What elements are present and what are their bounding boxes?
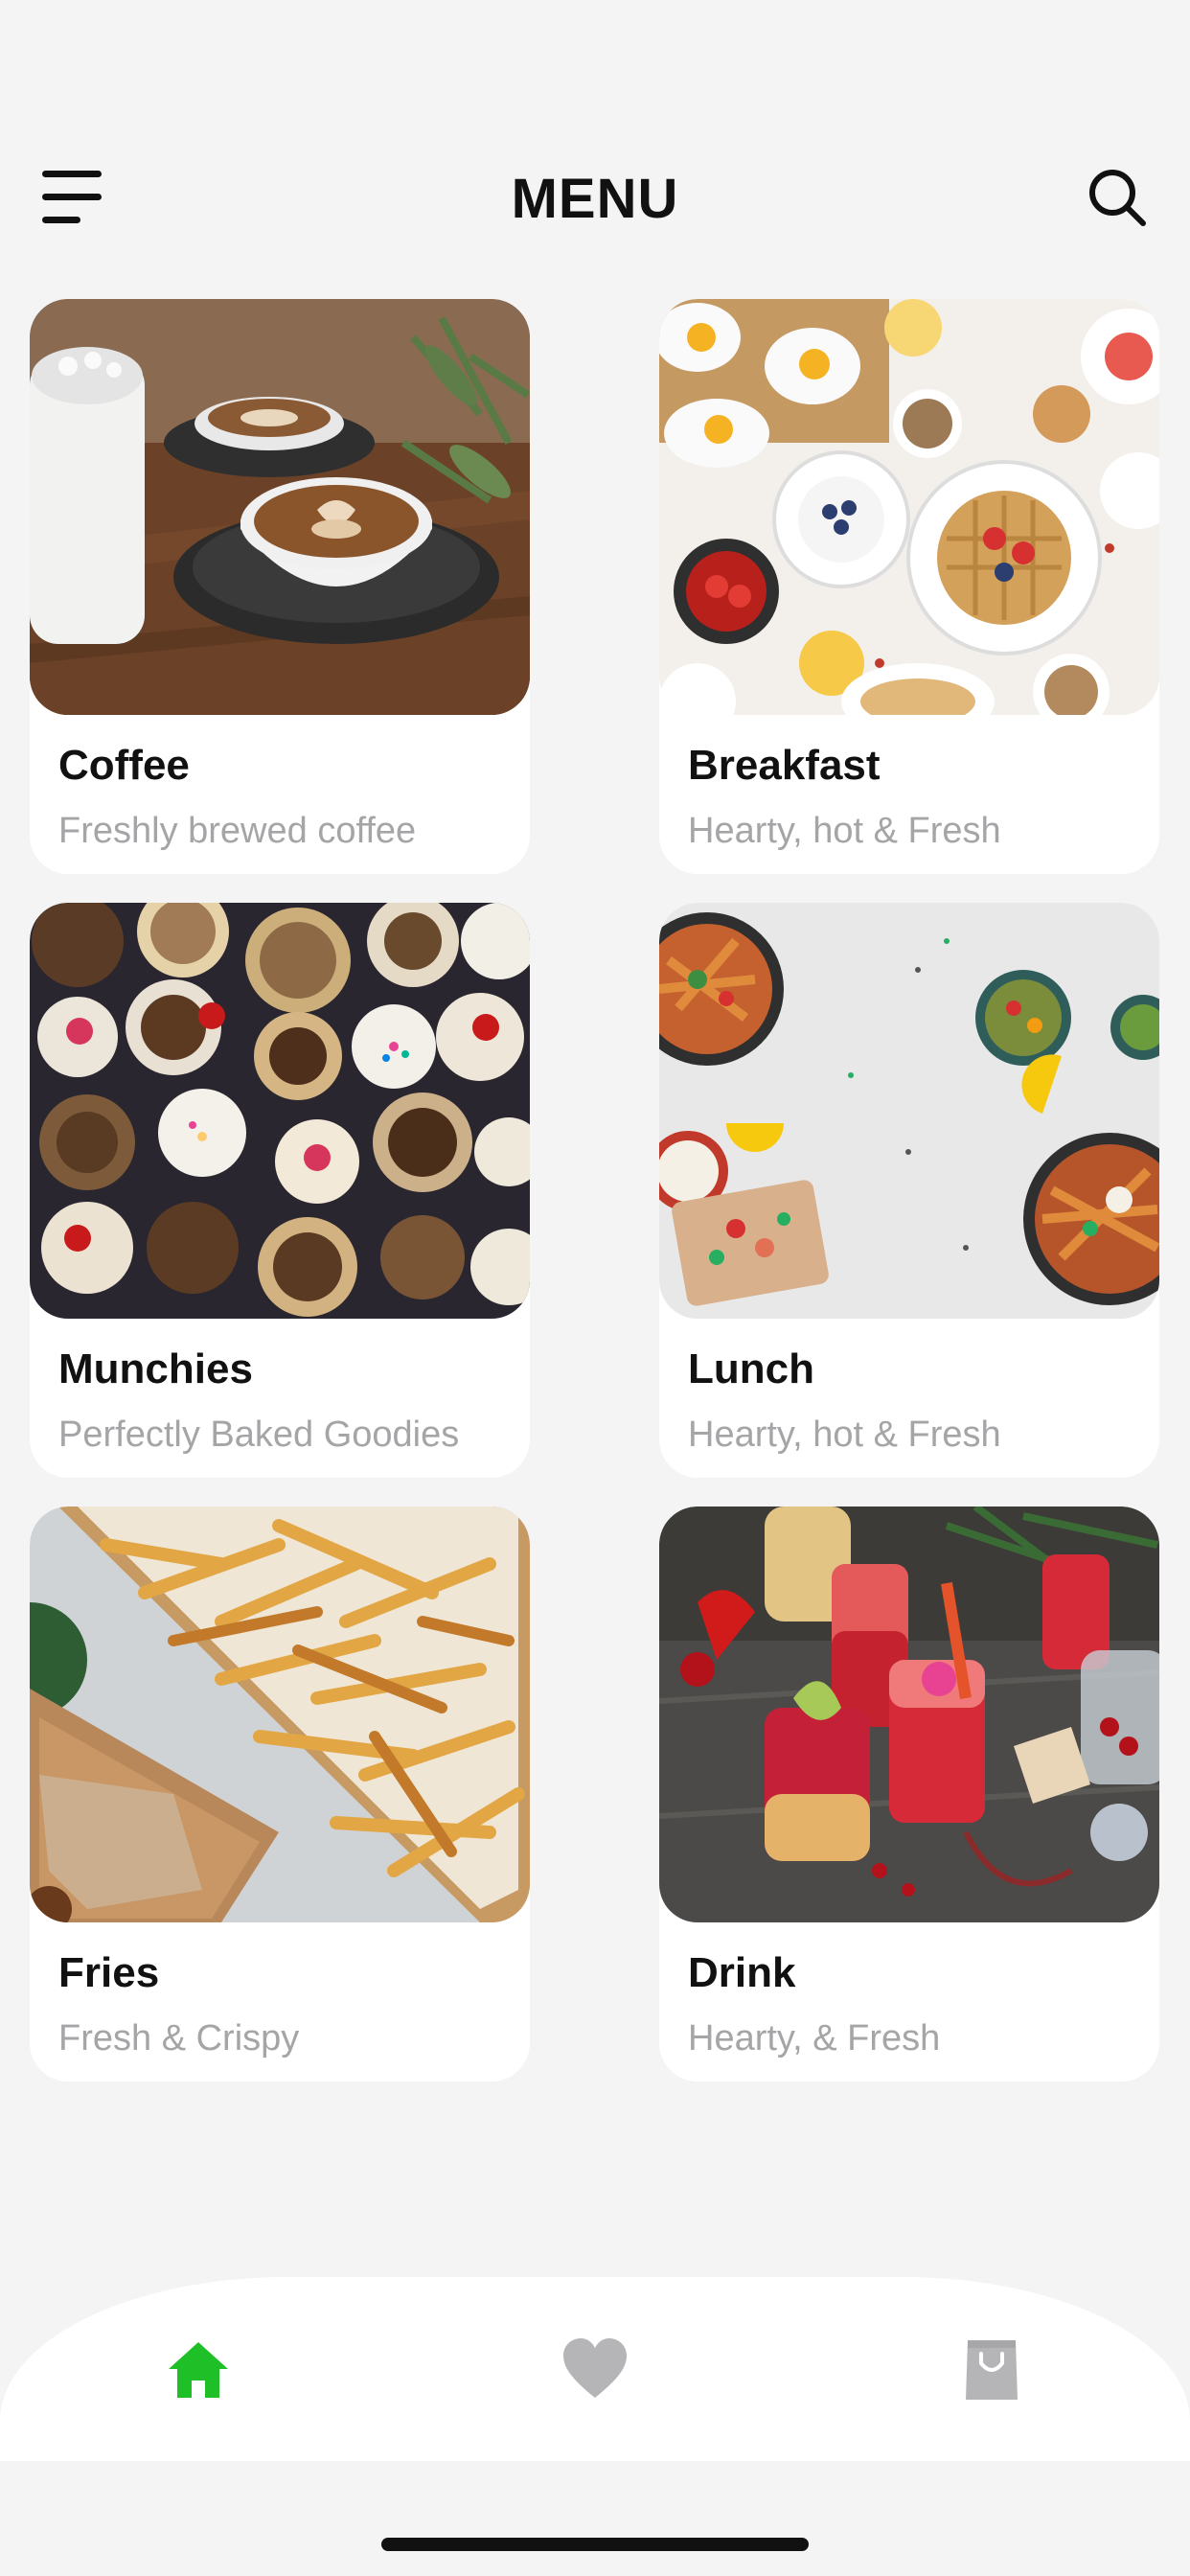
header: MENU xyxy=(0,153,1190,240)
menu-item-description: Perfectly Baked Goodies xyxy=(58,1414,460,1455)
menu-card-munchies[interactable]: Munchies Perfectly Baked Goodies xyxy=(30,903,530,1478)
menu-item-description: Hearty, hot & Fresh xyxy=(688,1414,1001,1455)
coffee-image xyxy=(30,299,530,715)
heart-icon[interactable] xyxy=(561,2336,629,2404)
menu-item-description: Hearty, & Fresh xyxy=(688,2018,941,2058)
home-indicator xyxy=(381,2538,809,2551)
home-icon[interactable] xyxy=(165,2336,232,2404)
menu-card-drink[interactable]: Drink Hearty, & Fresh xyxy=(659,1506,1159,2082)
menu-item-name: Munchies xyxy=(58,1346,253,1392)
fries-image xyxy=(30,1506,530,1922)
page-title: MENU xyxy=(511,168,679,230)
menu-item-name: Drink xyxy=(688,1949,796,1996)
menu-card-coffee[interactable]: Coffee Freshly brewed coffee xyxy=(30,299,530,874)
menu-item-description: Hearty, hot & Fresh xyxy=(688,811,1001,851)
menu-card-fries[interactable]: Fries Fresh & Crispy xyxy=(30,1506,530,2082)
menu-card-breakfast[interactable]: Breakfast Hearty, hot & Fresh xyxy=(659,299,1159,874)
bag-icon[interactable] xyxy=(958,2336,1025,2404)
lunch-image xyxy=(659,903,1159,1319)
search-icon[interactable] xyxy=(1087,167,1148,228)
menu-item-name: Breakfast xyxy=(688,742,881,789)
menu-item-name: Lunch xyxy=(688,1346,814,1392)
menu-card-lunch[interactable]: Lunch Hearty, hot & Fresh xyxy=(659,903,1159,1478)
munchies-image xyxy=(30,903,530,1319)
menu-item-description: Fresh & Crispy xyxy=(58,2018,300,2058)
menu-item-description: Freshly brewed coffee xyxy=(58,811,417,851)
drink-image xyxy=(659,1506,1159,1922)
bottom-navigation xyxy=(0,2277,1190,2461)
breakfast-image xyxy=(659,299,1159,715)
menu-item-name: Coffee xyxy=(58,742,190,789)
menu-item-name: Fries xyxy=(58,1949,160,1996)
